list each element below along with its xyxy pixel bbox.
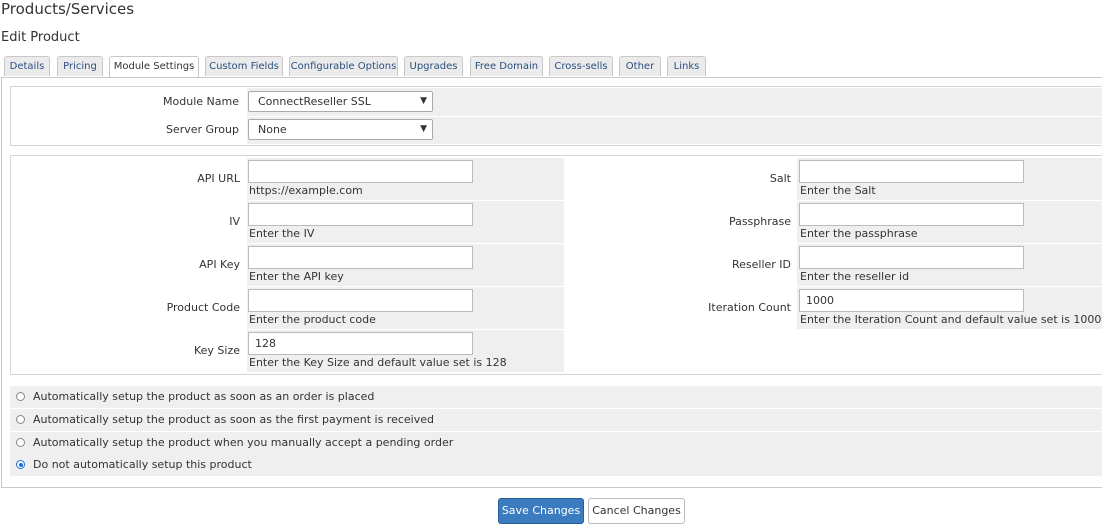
passphrase-help: Enter the passphrase	[800, 227, 918, 240]
salt-help: Enter the Salt	[800, 184, 876, 197]
chevron-down-icon: ▼	[420, 124, 427, 134]
reseller-id-label: Reseller ID	[731, 258, 791, 271]
tab-cross-sells[interactable]: Cross-sells	[549, 56, 613, 76]
key-size-label: Key Size	[193, 344, 240, 357]
save-changes-button[interactable]: Save Changes	[498, 498, 584, 524]
chevron-down-icon: ▼	[420, 96, 427, 106]
divider	[247, 329, 564, 330]
setup-option-radio-selected[interactable]	[16, 460, 25, 469]
tab-configurable-options[interactable]: Configurable Options	[289, 56, 398, 76]
tab-pricing[interactable]: Pricing	[57, 56, 103, 76]
setup-option-row[interactable]: Automatically setup the product as soon …	[10, 409, 1102, 431]
setup-option-row[interactable]: Do not automatically setup this product	[10, 454, 1102, 476]
setup-option-radio[interactable]	[16, 415, 25, 424]
iv-label: IV	[229, 215, 240, 228]
tab-free-domain[interactable]: Free Domain	[470, 56, 543, 76]
setup-option-radio[interactable]	[16, 392, 25, 401]
tab-custom-fields[interactable]: Custom Fields	[205, 56, 283, 76]
page-subtitle: Edit Product	[1, 30, 80, 45]
setup-options-group: Automatically setup the product as soon …	[10, 384, 1102, 478]
divider	[797, 243, 1102, 244]
product-code-label: Product Code	[166, 301, 240, 314]
reseller-id-input[interactable]	[799, 246, 1024, 269]
divider	[247, 200, 564, 201]
setup-option-radio[interactable]	[16, 438, 25, 447]
module-config-box: API URL https://example.com IV Enter the…	[10, 155, 1102, 375]
api-url-input[interactable]	[248, 160, 473, 183]
key-size-input[interactable]: 128	[248, 332, 473, 355]
api-url-help: https://example.com	[249, 184, 363, 197]
divider	[247, 116, 1102, 117]
module-box: Module Name ConnectReseller SSL ▼ Server…	[10, 86, 1102, 146]
salt-label: Salt	[769, 172, 791, 185]
iteration-count-help: Enter the Iteration Count and default va…	[800, 313, 1102, 326]
server-group-label: Server Group	[165, 123, 239, 136]
api-url-label: API URL	[197, 172, 240, 185]
api-key-input[interactable]	[248, 246, 473, 269]
passphrase-label: Passphrase	[728, 215, 791, 228]
module-name-select[interactable]: ConnectReseller SSL ▼	[248, 91, 433, 112]
iv-help: Enter the IV	[249, 227, 315, 240]
reseller-id-help: Enter the reseller id	[800, 270, 910, 283]
tab-upgrades[interactable]: Upgrades	[404, 56, 463, 76]
api-key-help: Enter the API key	[249, 270, 344, 283]
key-size-help: Enter the Key Size and default value set…	[249, 356, 507, 369]
divider	[247, 286, 564, 287]
setup-option-label: Do not automatically setup this product	[33, 458, 252, 471]
setup-option-label: Automatically setup the product as soon …	[33, 390, 375, 403]
tab-links[interactable]: Links	[667, 56, 706, 76]
iteration-count-input[interactable]: 1000	[799, 289, 1024, 312]
server-group-select[interactable]: None ▼	[248, 119, 433, 140]
product-code-help: Enter the product code	[249, 313, 376, 326]
passphrase-input[interactable]	[799, 203, 1024, 226]
module-name-value: ConnectReseller SSL	[258, 95, 371, 108]
setup-option-row[interactable]: Automatically setup the product as soon …	[10, 386, 1102, 408]
api-key-label: API Key	[199, 258, 240, 271]
setup-option-label: Automatically setup the product as soon …	[33, 413, 434, 426]
product-code-input[interactable]	[248, 289, 473, 312]
divider	[247, 243, 564, 244]
tab-details[interactable]: Details	[4, 56, 50, 76]
setup-option-row[interactable]: Automatically setup the product when you…	[10, 432, 1102, 454]
salt-input[interactable]	[799, 160, 1024, 183]
setup-option-label: Automatically setup the product when you…	[33, 436, 454, 449]
server-group-value: None	[258, 123, 287, 136]
module-name-label: Module Name	[163, 95, 239, 108]
divider	[797, 286, 1102, 287]
iteration-count-label: Iteration Count	[708, 301, 791, 314]
page-title: Products/Services	[1, 0, 135, 18]
tab-module-settings[interactable]: Module Settings	[109, 56, 199, 78]
divider	[797, 200, 1102, 201]
tab-other[interactable]: Other	[619, 56, 661, 76]
cancel-changes-button[interactable]: Cancel Changes	[588, 498, 685, 524]
iv-input[interactable]	[248, 203, 473, 226]
